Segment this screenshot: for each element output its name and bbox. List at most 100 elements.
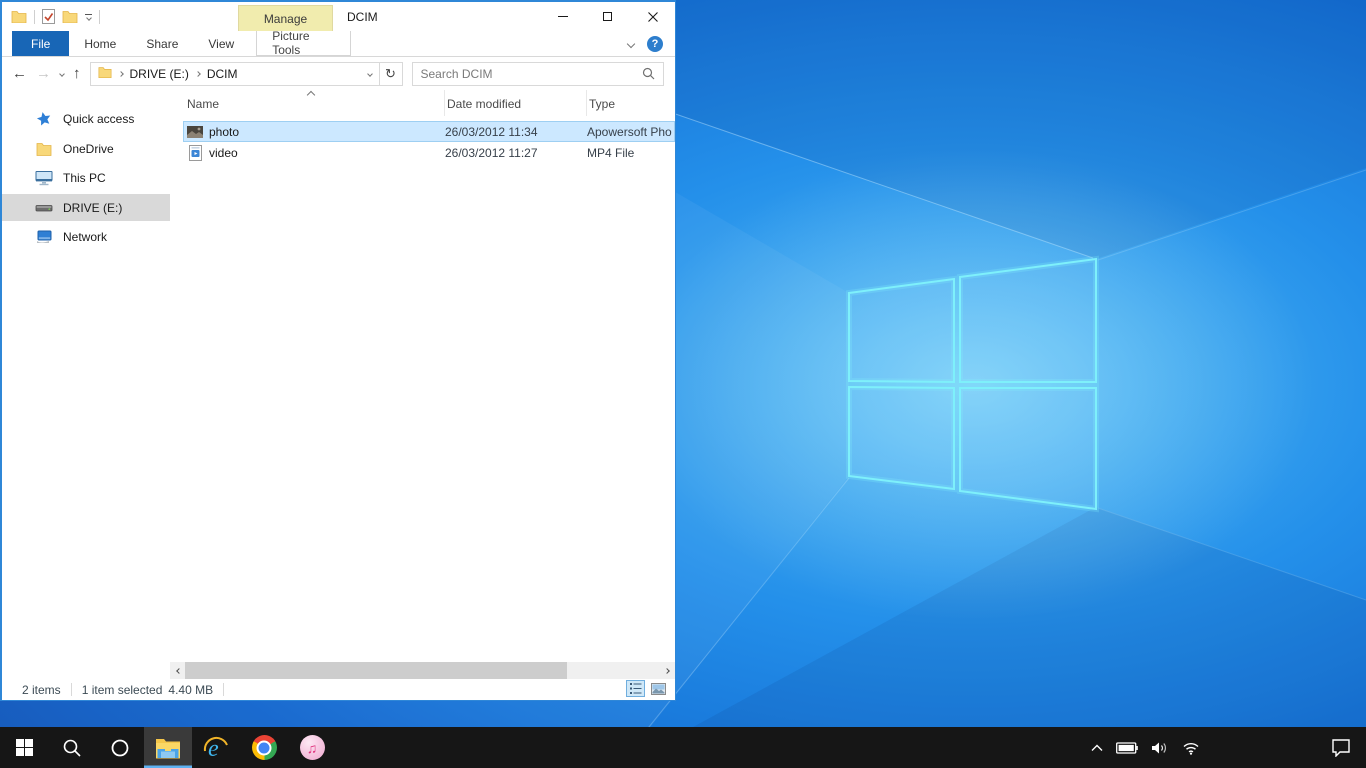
itunes-button[interactable]: ♫ (288, 727, 336, 768)
sidebar-item-label: OneDrive (63, 142, 114, 156)
search-icon (642, 67, 655, 80)
maximize-button[interactable] (585, 2, 630, 31)
speaker-icon (1151, 741, 1169, 755)
tab-home[interactable]: Home (69, 31, 131, 56)
sidebar-item-label: This PC (63, 171, 106, 185)
tab-view[interactable]: View (193, 31, 249, 56)
folder-icon (35, 140, 53, 158)
address-input[interactable]: DRIVE (E:) DCIM (90, 62, 380, 86)
new-folder-button[interactable] (62, 10, 78, 23)
chrome-button[interactable] (240, 727, 288, 768)
tab-file[interactable]: File (12, 31, 69, 56)
quick-access-toolbar (2, 9, 100, 24)
expand-ribbon-chevron-icon[interactable] (627, 39, 635, 47)
taskbar-file-explorer-button[interactable] (144, 727, 192, 768)
hidden-icons-chevron[interactable] (1089, 733, 1105, 763)
system-tray (1089, 733, 1366, 763)
volume-status[interactable] (1149, 733, 1171, 763)
taskbar: e ♫ (0, 727, 1366, 768)
file-row-photo[interactable]: photo 26/03/2012 11:34 Apowersoft Pho (183, 121, 675, 142)
file-type: MP4 File (585, 146, 675, 160)
recent-locations-chevron-icon[interactable] (59, 71, 65, 77)
item-count: 2 items (22, 683, 61, 697)
forward-button[interactable]: → (36, 66, 51, 81)
chevron-left-icon (176, 668, 182, 674)
network-status[interactable] (1180, 733, 1202, 763)
sidebar-item-this-pc[interactable]: This PC (2, 165, 170, 192)
window-title: DCIM (347, 10, 378, 24)
breadcrumb-separator-icon[interactable] (118, 71, 124, 77)
file-row-video[interactable]: video 26/03/2012 11:27 MP4 File (183, 142, 675, 163)
thumbnail-view-button[interactable] (649, 680, 668, 697)
battery-status[interactable] (1114, 733, 1140, 763)
file-explorer-icon (155, 737, 181, 759)
chevron-up-icon (1091, 744, 1103, 752)
status-separator (223, 683, 224, 696)
column-headers: Name Date modified Type (170, 90, 675, 116)
windows-start-icon (16, 739, 33, 756)
view-toggle-buttons (626, 680, 668, 697)
screen: Manage DCIM File Home Share View Picture… (0, 0, 1366, 768)
tab-picture-tools[interactable]: Picture Tools (256, 31, 351, 56)
address-bar: ← → ↑ DRIVE (E:) DCIM ↻ (2, 57, 675, 90)
breadcrumb-dcim[interactable]: DCIM (207, 67, 238, 81)
help-button[interactable]: ? (647, 36, 663, 52)
breadcrumb-separator-icon[interactable] (195, 71, 201, 77)
network-icon (35, 228, 53, 246)
video-file-icon (187, 145, 203, 161)
sidebar-item-onedrive[interactable]: OneDrive (2, 135, 170, 162)
cortana-icon (110, 738, 130, 758)
search-input[interactable] (421, 67, 643, 81)
file-name: photo (209, 125, 239, 139)
sidebar-item-drive-e[interactable]: DRIVE (E:) (2, 194, 170, 221)
itunes-icon: ♫ (300, 735, 325, 760)
search-box[interactable] (412, 62, 665, 86)
contextual-tab-group-manage[interactable]: Manage (238, 5, 333, 31)
start-button[interactable] (0, 727, 48, 768)
sidebar-item-network[interactable]: Network (2, 224, 170, 251)
details-view-button[interactable] (626, 680, 645, 697)
address-dropdown-chevron-icon[interactable] (367, 71, 373, 77)
wifi-icon (1182, 741, 1200, 755)
computer-icon (35, 169, 53, 187)
sidebar-item-label: Quick access (63, 112, 134, 126)
scrollbar-thumb[interactable] (185, 662, 567, 679)
battery-icon (1116, 742, 1138, 754)
properties-button[interactable] (42, 9, 55, 24)
status-separator (71, 683, 72, 696)
toolbar-separator (99, 10, 100, 24)
sidebar-item-label: Network (63, 230, 107, 244)
action-center-button[interactable] (1329, 733, 1353, 763)
breadcrumb-drive[interactable]: DRIVE (E:) (130, 67, 189, 81)
column-header-date-modified[interactable]: Date modified (445, 90, 587, 116)
sidebar-item-label: DRIVE (E:) (63, 201, 122, 215)
customize-qat-dropdown[interactable] (85, 14, 92, 20)
file-explorer-window: Manage DCIM File Home Share View Picture… (0, 0, 676, 701)
taskbar-search-button[interactable] (48, 727, 96, 768)
internet-explorer-button[interactable]: e (192, 727, 240, 768)
up-button[interactable]: ↑ (73, 66, 81, 81)
chevron-down-icon (86, 15, 92, 21)
window-folder-icon (11, 10, 27, 23)
column-header-type[interactable]: Type (587, 90, 675, 116)
close-button[interactable] (630, 2, 675, 31)
horizontal-scrollbar[interactable] (170, 662, 675, 679)
back-button[interactable]: ← (12, 66, 27, 81)
titlebar[interactable]: Manage DCIM (2, 2, 675, 31)
cortana-button[interactable] (96, 727, 144, 768)
refresh-button[interactable]: ↻ (380, 62, 403, 86)
minimize-button[interactable] (540, 2, 585, 31)
maximize-icon (603, 12, 612, 21)
sidebar-item-quick-access[interactable]: Quick access (2, 106, 170, 133)
ribbon-controls: ? (628, 31, 663, 56)
navigation-buttons: ← → ↑ (12, 66, 81, 81)
tab-share[interactable]: Share (131, 31, 193, 56)
internet-explorer-icon: e (203, 735, 229, 761)
selection-count: 1 item selected (82, 683, 163, 697)
scroll-right-button[interactable] (658, 662, 675, 679)
chevron-right-icon (664, 668, 670, 674)
file-rows: photo 26/03/2012 11:34 Apowersoft Pho vi… (170, 116, 675, 163)
navigation-pane: Quick access OneDrive This PC (2, 90, 170, 662)
photo-file-icon (187, 124, 203, 140)
toolbar-separator (34, 10, 35, 24)
